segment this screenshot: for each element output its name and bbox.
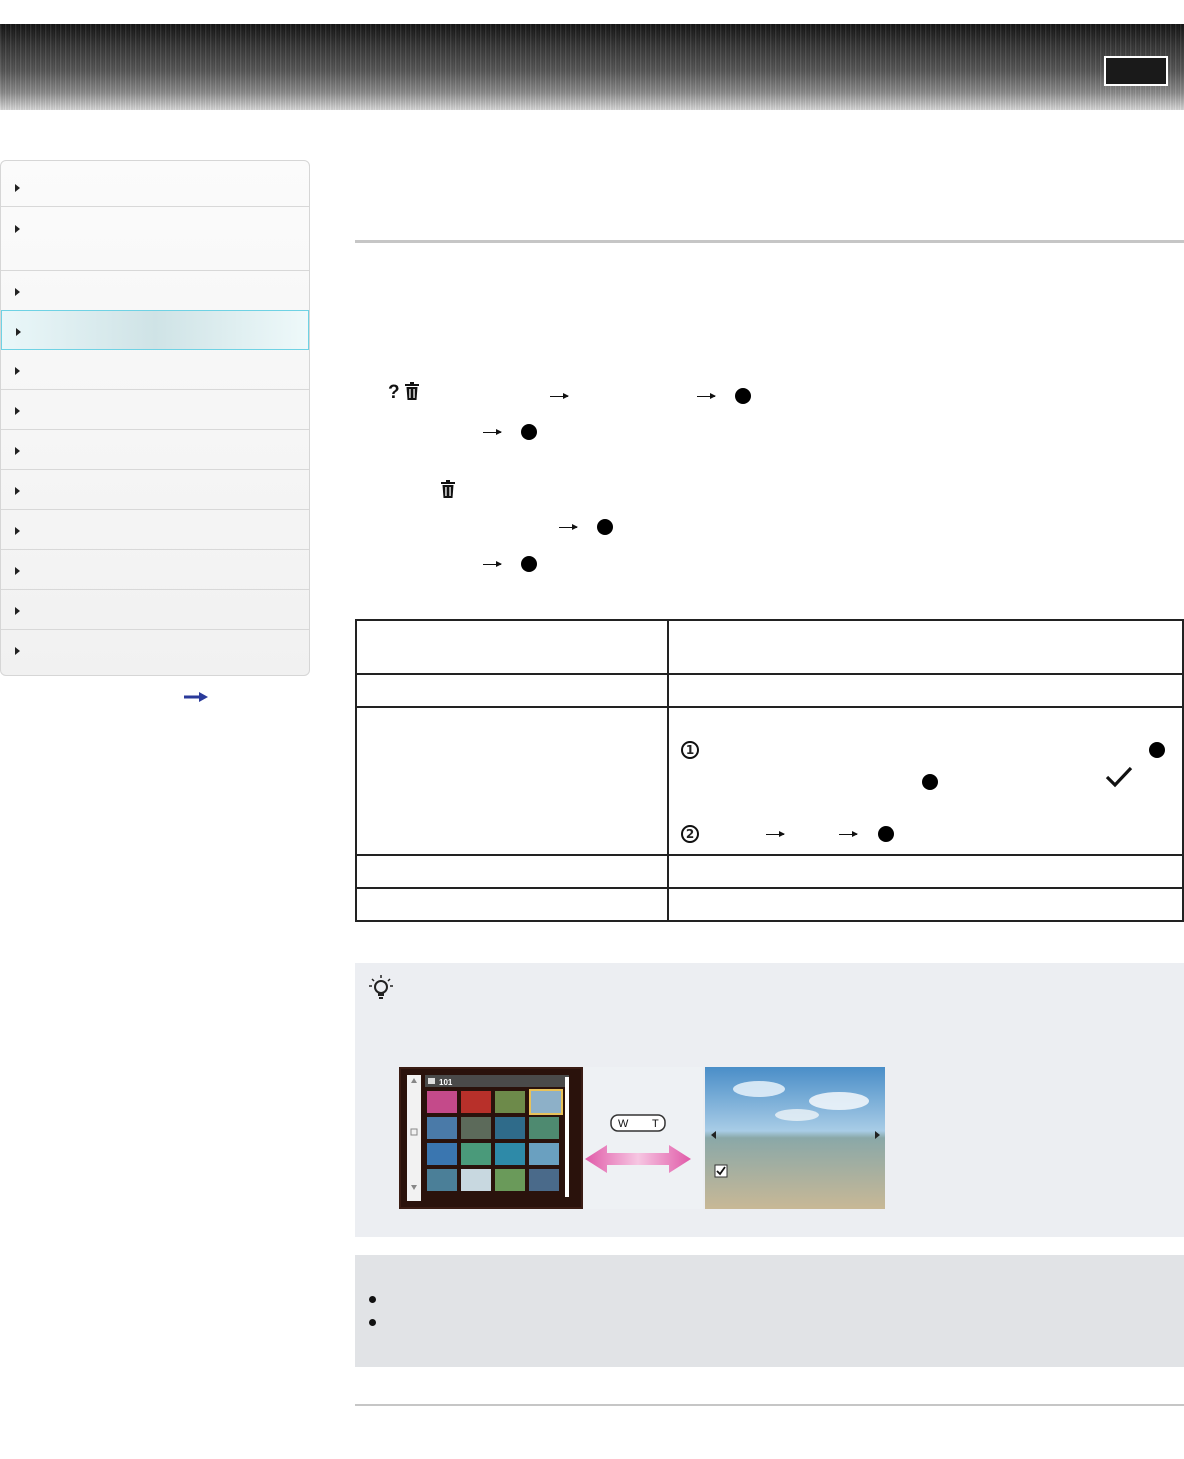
table-cell-description: [667, 887, 1184, 922]
checkmark-icon: [1105, 766, 1133, 788]
table-row: [355, 854, 1184, 889]
center-button-dot-icon: [597, 519, 613, 535]
table-cell-description: 1 2: [667, 706, 1184, 856]
bottom-divider: [355, 1404, 1184, 1406]
zoom-label-t: T: [652, 1118, 659, 1130]
header-button[interactable]: [1104, 56, 1168, 86]
sidebar-item[interactable]: [1, 470, 309, 510]
center-button-dot-icon: [521, 424, 537, 440]
sidebar-item[interactable]: [1, 630, 309, 675]
trash-icon: [441, 480, 455, 498]
triangle-right-icon: [15, 184, 20, 192]
step-marker: 2: [681, 825, 699, 843]
sidebar-item[interactable]: [1, 390, 309, 430]
center-button-dot-icon: [922, 774, 938, 790]
arrow-right-icon: [697, 393, 716, 399]
sidebar-item[interactable]: [1, 161, 309, 207]
lightbulb-icon: [369, 975, 393, 999]
options-table: 1 2: [355, 619, 1184, 922]
triangle-right-icon: [15, 607, 20, 615]
triangle-right-icon: [15, 407, 20, 415]
bullet-icon: [369, 1319, 376, 1326]
step-marker: 1: [681, 741, 699, 759]
arrow-right-icon: [766, 831, 785, 837]
sidebar-item-active[interactable]: [1, 310, 309, 350]
header-banner: [0, 24, 1184, 110]
trash-icon: [405, 382, 419, 400]
arrow-right-icon: [483, 561, 502, 567]
sidebar-item[interactable]: [1, 350, 309, 390]
sidebar-nav: [0, 160, 310, 676]
title-divider: [355, 240, 1184, 243]
sidebar-item[interactable]: [1, 550, 309, 590]
table-cell-option: [355, 619, 669, 675]
triangle-right-icon: [15, 367, 20, 375]
triangle-right-icon: [15, 647, 20, 655]
arrow-right-icon: [550, 393, 569, 399]
triangle-right-icon: [15, 527, 20, 535]
zoom-label-w: W: [618, 1118, 629, 1130]
triangle-right-icon: [15, 447, 20, 455]
center-button-dot-icon: [521, 556, 537, 572]
table-cell-option: [355, 887, 669, 922]
sidebar-item[interactable]: [1, 207, 309, 271]
center-button-dot-icon: [1149, 742, 1165, 758]
arrow-right-icon: [839, 831, 858, 837]
center-button-dot-icon: [878, 826, 894, 842]
note-box: [355, 1255, 1184, 1367]
table-cell-description: [667, 673, 1184, 708]
sidebar-item[interactable]: [1, 590, 309, 630]
triangle-right-icon: [16, 328, 21, 336]
hint-box: 101 W T: [355, 963, 1184, 1237]
sidebar-item[interactable]: [1, 271, 309, 311]
table-cell-description: [667, 854, 1184, 889]
folder-label: 101: [439, 1078, 453, 1087]
arrow-right-icon: [483, 429, 502, 435]
index-view-illustration: 101 W T: [399, 1067, 885, 1209]
sidebar-item[interactable]: [1, 510, 309, 550]
triangle-right-icon: [15, 225, 20, 233]
table-cell-option: [355, 854, 669, 889]
table-row: [355, 887, 1184, 922]
table-row: 1 2: [355, 706, 1184, 856]
center-button-dot-icon: [735, 388, 751, 404]
table-cell-description: [667, 619, 1184, 675]
table-cell-option: [355, 673, 669, 708]
question-mark-icon: ?: [388, 382, 400, 403]
table-row: [355, 673, 1184, 708]
bullet-icon: [369, 1296, 376, 1303]
arrow-right-icon: [559, 524, 578, 530]
triangle-right-icon: [15, 567, 20, 575]
table-row: [355, 619, 1184, 675]
arrow-right-icon[interactable]: [184, 692, 208, 702]
table-cell-option: [355, 706, 669, 856]
triangle-right-icon: [15, 288, 20, 296]
sidebar-item[interactable]: [1, 430, 309, 470]
triangle-right-icon: [15, 487, 20, 495]
